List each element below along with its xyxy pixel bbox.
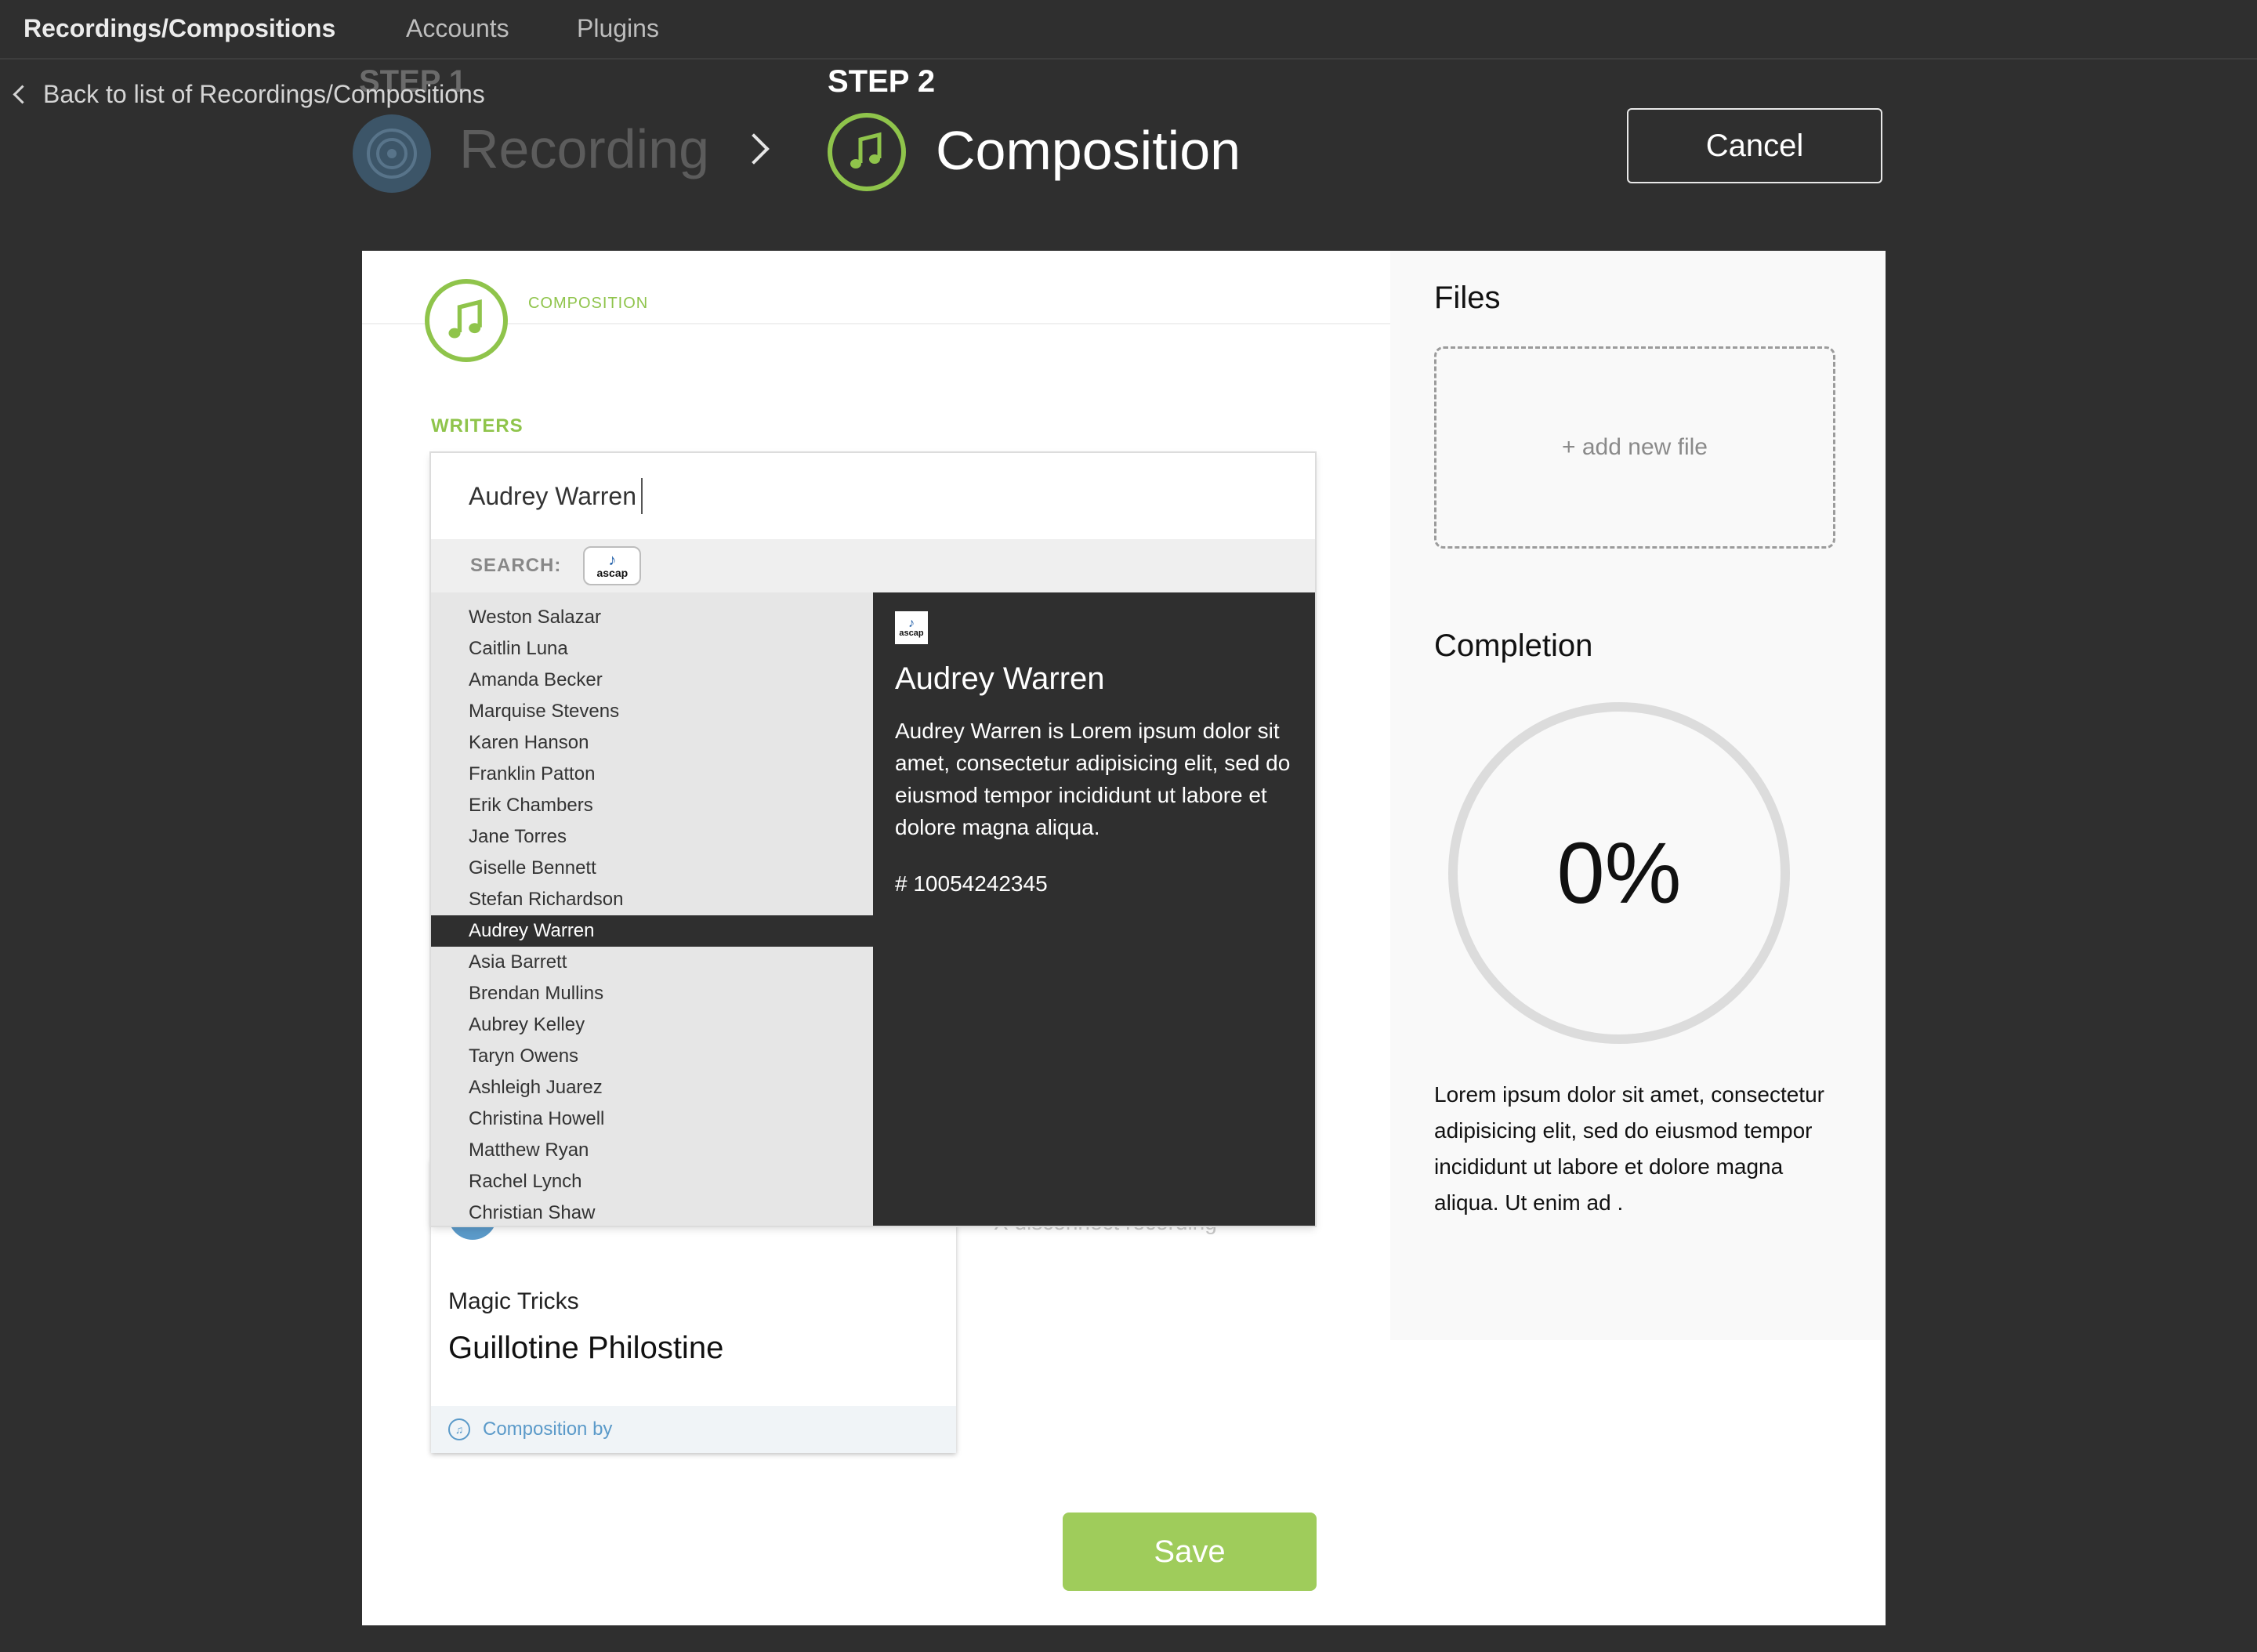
ascap-badge: ♪ ascap: [895, 611, 928, 644]
chevron-left-icon: [13, 85, 32, 104]
vinyl-disc-icon: [353, 114, 431, 193]
ascap-source-button[interactable]: ♪ ascap: [583, 546, 642, 585]
back-link-label: Back to list of Recordings/Compositions: [43, 80, 485, 108]
music-note-icon: [425, 279, 508, 362]
completion-text: Lorem ipsum dolor sit amet, consectetur …: [1434, 1082, 1824, 1215]
step1-title[interactable]: Recording: [459, 118, 709, 180]
writer-result-item[interactable]: Rachel Lynch: [431, 1166, 873, 1197]
writer-result-item[interactable]: Marquise Stevens: [431, 696, 873, 727]
search-label: SEARCH:: [470, 555, 562, 576]
writer-result-item[interactable]: Matthew Ryan: [431, 1135, 873, 1166]
add-file-dropzone[interactable]: + add new file: [1434, 346, 1835, 549]
divider: [362, 323, 1390, 324]
writer-input-value: Audrey Warren: [469, 481, 636, 510]
files-title: Files: [1434, 281, 1501, 315]
writers-label: WRITERS: [431, 415, 523, 437]
writer-number: # 10054242345: [895, 871, 1048, 896]
music-note-icon: [828, 113, 906, 191]
writer-result-item[interactable]: Jane Torres: [431, 821, 873, 853]
music-note-icon: ♫: [448, 1418, 470, 1440]
writer-input[interactable]: Audrey Warren: [431, 453, 1315, 539]
nav-accounts[interactable]: Accounts: [406, 14, 509, 43]
writer-result-item[interactable]: Amanda Becker: [431, 665, 873, 696]
writer-result-item[interactable]: Brendan Mullins: [431, 978, 873, 1009]
save-button[interactable]: Save: [1063, 1513, 1317, 1591]
writer-result-item[interactable]: Audrey Warren: [431, 915, 873, 947]
recording-title: Guillotine Philostine: [448, 1331, 724, 1365]
recording-subtitle: Magic Tricks: [448, 1288, 579, 1314]
writer-result-item[interactable]: Taryn Owens: [431, 1041, 873, 1072]
step2-label: STEP 2: [828, 64, 936, 99]
writer-result-item[interactable]: Aubrey Kelley: [431, 1009, 873, 1041]
chevron-right-icon: [738, 133, 770, 165]
completion-ring: 0%: [1448, 702, 1790, 1044]
music-note-icon: ♪: [608, 552, 617, 569]
writer-result-item[interactable]: Stefan Richardson: [431, 884, 873, 915]
writer-result-item[interactable]: Asia Barrett: [431, 947, 873, 978]
completion-title: Completion: [1434, 629, 1593, 663]
text-cursor: [641, 478, 643, 514]
writer-name: Audrey Warren: [895, 661, 1105, 696]
writer-result-item[interactable]: Caitlin Luna: [431, 633, 873, 665]
back-link[interactable]: Back to list of Recordings/Compositions: [13, 80, 485, 109]
ascap-badge-label: ascap: [899, 629, 924, 638]
writer-result-item[interactable]: Franklin Patton: [431, 759, 873, 790]
writer-result-item[interactable]: Ashleigh Juarez: [431, 1072, 873, 1103]
ascap-label: ascap: [596, 567, 629, 579]
recording-footer: ♫ Composition by: [431, 1406, 956, 1453]
music-note-icon: ♪: [908, 617, 915, 630]
writer-result-item[interactable]: Christian Shaw: [431, 1197, 873, 1226]
writer-bio: Audrey Warren is Lorem ipsum dolor sit a…: [895, 719, 1291, 839]
writer-result-item[interactable]: Weston Salazar: [431, 602, 873, 633]
writer-search-dropdown: Audrey Warren SEARCH: ♪ ascap Weston Sal…: [431, 453, 1315, 1226]
search-source-bar: SEARCH: ♪ ascap: [431, 539, 1315, 592]
section-label: COMPOSITION: [528, 295, 649, 312]
writer-result-item[interactable]: Christina Howell: [431, 1103, 873, 1135]
writer-result-item[interactable]: Erik Chambers: [431, 790, 873, 821]
nav-plugins[interactable]: Plugins: [577, 14, 659, 43]
step2-title: Composition: [936, 120, 1241, 181]
cancel-button[interactable]: Cancel: [1627, 108, 1882, 183]
results-list: Weston Salazar Caitlin Luna Amanda Becker M…: [431, 592, 873, 1226]
top-nav: Recordings/Compositions Accounts Plugins: [0, 0, 2257, 60]
nav-recordings-compositions[interactable]: Recordings/Compositions: [24, 14, 335, 43]
writer-result-item[interactable]: Karen Hanson: [431, 727, 873, 759]
writer-detail-panel: ♪ ascap Audrey Warren Audrey Warren is L…: [873, 592, 1315, 1226]
composition-by-label: Composition by: [483, 1418, 613, 1440]
writer-result-item[interactable]: Giselle Bennett: [431, 853, 873, 884]
